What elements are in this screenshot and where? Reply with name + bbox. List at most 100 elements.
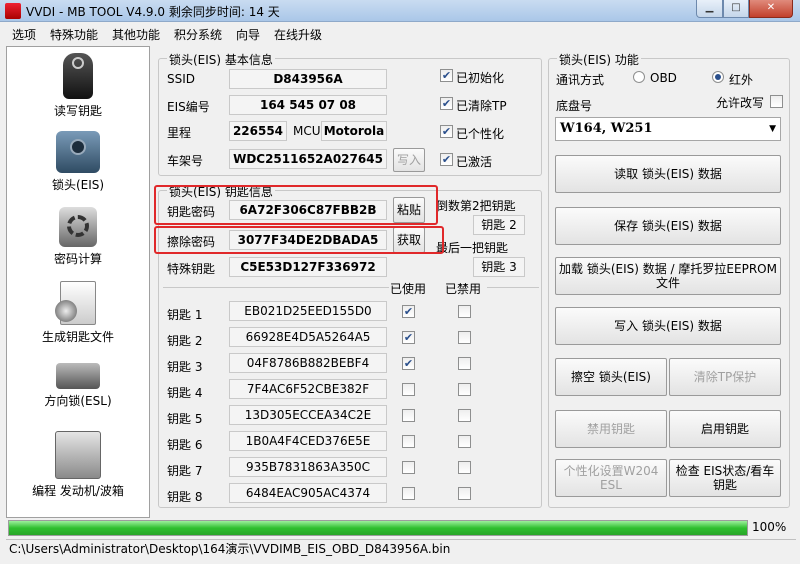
menu-options[interactable]: 选项 [12,26,36,43]
last-key-label: 最后一把钥匙 [436,241,509,255]
sidebar-item-label: 读写钥匙 [53,104,102,118]
key-used-checkbox[interactable]: ✔ [402,331,415,344]
key-row-label: 钥匙 4 [167,386,203,400]
key-used-checkbox[interactable]: ✔ [402,383,415,396]
write-vin-button[interactable]: 写入 [393,148,425,172]
menu-special-functions[interactable]: 特殊功能 [50,26,98,43]
key-disabled-checkbox[interactable]: ✔ [458,487,471,500]
vin-field[interactable]: WDC2511652A027645 [229,149,387,169]
empty-eis-button[interactable]: 擦空 锁头(EIS) [555,358,667,396]
check-eis-status-button[interactable]: 检查 EIS状态/看车钥匙 [669,459,781,497]
activated-checkbox[interactable]: ✔ [440,153,453,166]
activated-label: 已激活 [456,155,493,169]
key-row-value[interactable]: 04F8786B882BEBF4 [229,353,387,373]
menu-online-update[interactable]: 在线升级 [274,26,322,43]
tp-cleared-checkbox[interactable]: ✔ [440,97,453,110]
status-bar: C:\Users\Administrator\Desktop\164演示\VVD… [6,539,796,559]
mcu-label: MCU [293,124,321,138]
key-disabled-checkbox[interactable]: ✔ [458,409,471,422]
chassis-select-value: W164, W251 [560,121,653,136]
sidebar-item-ecu[interactable]: 编程 发动机/波箱 [7,431,149,499]
write-eis-data-button[interactable]: 写入 锁头(EIS) 数据 [555,307,781,345]
key-row-label: 钥匙 5 [167,412,203,426]
key-used-checkbox[interactable]: ✔ [402,461,415,474]
key-row-value[interactable]: 13D305ECCEA34C2E [229,405,387,425]
load-eis-data-button[interactable]: 加载 锁头(EIS) 数据 / 摩托罗拉EEPROM 文件 [555,257,781,295]
key-disabled-checkbox[interactable]: ✔ [458,383,471,396]
key-row-value[interactable]: 7F4AC6F52CBE382F [229,379,387,399]
clear-tp-button[interactable]: 清除TP保护 [669,358,781,396]
mileage-field[interactable]: 226554 [229,121,287,141]
disable-key-button[interactable]: 禁用钥匙 [555,410,667,448]
eis-basic-info-title: 锁头(EIS) 基本信息 [167,51,275,68]
key-disabled-checkbox[interactable]: ✔ [458,305,471,318]
ecu-icon [55,431,101,479]
divider [163,287,389,288]
personalized-checkbox[interactable]: ✔ [440,125,453,138]
key-used-checkbox[interactable]: ✔ [402,435,415,448]
sidebar-item-esl[interactable]: 方向锁(ESL) [7,363,149,409]
disabled-header: 已禁用 [445,282,482,296]
key-used-checkbox[interactable]: ✔ [402,409,415,422]
key-row-label: 钥匙 6 [167,438,203,452]
divider [487,287,539,288]
initialized-checkbox[interactable]: ✔ [440,69,453,82]
used-header: 已使用 [390,282,427,296]
sidebar-item-label: 密码计算 [53,252,102,266]
key-row-value[interactable]: 66928E4D5A5264A5 [229,327,387,347]
sidebar-item-read-write-key[interactable]: 读写钥匙 [7,53,149,119]
menu-other-functions[interactable]: 其他功能 [112,26,160,43]
menu-wizard[interactable]: 向导 [236,26,260,43]
eis-module-icon [56,131,100,173]
key-disabled-checkbox[interactable]: ✔ [458,461,471,474]
penultimate-key-field: 钥匙 2 [473,215,525,235]
allow-edit-checkbox[interactable]: ✔ [770,95,783,108]
maximize-button[interactable]: □ [723,0,749,18]
ssid-label: SSID [167,72,196,86]
enable-key-button[interactable]: 启用钥匙 [669,410,781,448]
minimize-button[interactable]: ▁ [696,0,723,18]
sidebar-item-eis[interactable]: 锁头(EIS) [7,131,149,193]
mcu-field[interactable]: Motorola [321,121,387,141]
sidebar-item-password-calc[interactable]: 密码计算 [7,207,149,267]
key-used-checkbox[interactable]: ✔ [402,305,415,318]
key-row-label: 钥匙 1 [167,308,203,322]
obd-radio[interactable] [633,71,645,83]
personalize-w204-esl-button[interactable]: 个性化设置W204 ESL [555,459,667,497]
initialized-label: 已初始化 [456,71,505,85]
key-row-value[interactable]: 935B7831863A350C [229,457,387,477]
key-disabled-checkbox[interactable]: ✔ [458,435,471,448]
save-eis-data-button[interactable]: 保存 锁头(EIS) 数据 [555,207,781,245]
progress-bar [8,520,748,536]
special-key-field[interactable]: C5E53D127F336972 [229,257,387,277]
comm-mode-label: 通讯方式 [556,73,605,87]
key-row-label: 钥匙 8 [167,490,203,504]
last-key-field: 钥匙 3 [473,257,525,277]
close-button[interactable]: ✕ [749,0,793,18]
chassis-select[interactable]: W164, W251 ▼ [555,117,781,141]
read-eis-data-button[interactable]: 读取 锁头(EIS) 数据 [555,155,781,193]
file-path: C:\Users\Administrator\Desktop\164演示\VVD… [9,542,451,556]
highlight-erase-password [154,226,444,254]
ssid-field[interactable]: D843956A [229,69,387,89]
infrared-radio[interactable] [712,71,724,83]
key-disabled-checkbox[interactable]: ✔ [458,357,471,370]
eis-number-field[interactable]: 164 545 07 08 [229,95,387,115]
obd-label: OBD [650,71,677,85]
key-disabled-checkbox[interactable]: ✔ [458,331,471,344]
sidebar-item-key-file[interactable]: 生成钥匙文件 [7,281,149,345]
chassis-label: 底盘号 [556,99,593,113]
personalized-label: 已个性化 [456,127,505,141]
key-row-value[interactable]: EB021D25EED155D0 [229,301,387,321]
key-used-checkbox[interactable]: ✔ [402,357,415,370]
key-used-checkbox[interactable]: ✔ [402,487,415,500]
key-row-value[interactable]: 6484EAC905AC4374 [229,483,387,503]
menu-points-system[interactable]: 积分系统 [174,26,222,43]
window-title: VVDI - MB TOOL V4.9.0 剩余同步时间: 14 天 [26,5,280,19]
app-icon [5,3,21,19]
esl-icon [56,363,100,389]
mileage-label: 里程 [167,126,192,140]
key-row-value[interactable]: 1B0A4F4CED376E5E [229,431,387,451]
allow-edit-label: 允许改写 [716,96,765,110]
sidebar-item-label: 编程 发动机/波箱 [32,484,124,498]
